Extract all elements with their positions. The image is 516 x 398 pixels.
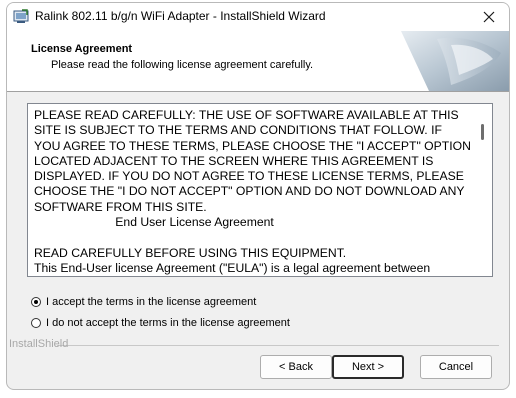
footer-divider [57,345,499,346]
accept-radio[interactable] [31,297,41,307]
installer-window: Ralink 802.11 b/g/n WiFi Adapter - Insta… [6,2,510,390]
decline-radio[interactable] [31,318,41,328]
title-bar: Ralink 802.11 b/g/n WiFi Adapter - Insta… [7,3,509,31]
radio-selected-dot [34,300,38,304]
license-text-box[interactable]: PLEASE READ CAREFULLY: THE USE OF SOFTWA… [27,103,493,277]
back-button[interactable]: < Back [260,355,332,379]
scrollbar-thumb[interactable] [481,124,484,140]
page-subtitle: Please read the following license agreem… [51,59,314,71]
license-text: PLEASE READ CAREFULLY: THE USE OF SOFTWA… [34,108,471,275]
wizard-header: License Agreement Please read the follow… [7,31,509,92]
page-title: License Agreement [31,43,133,55]
accept-label: I accept the terms in the license agreem… [46,296,257,308]
next-button[interactable]: Next > [332,355,404,379]
decline-label: I do not accept the terms in the license… [46,317,290,329]
header-banner-graphic [401,31,509,91]
close-icon [483,11,495,23]
close-button[interactable] [469,3,509,31]
cancel-button[interactable]: Cancel [420,355,492,379]
installer-app-icon [13,9,29,23]
window-title: Ralink 802.11 b/g/n WiFi Adapter - Insta… [35,9,326,23]
decline-option[interactable]: I do not accept the terms in the license… [31,317,290,329]
accept-option[interactable]: I accept the terms in the license agreem… [31,296,256,308]
installshield-brand: InstallShield [9,338,69,350]
